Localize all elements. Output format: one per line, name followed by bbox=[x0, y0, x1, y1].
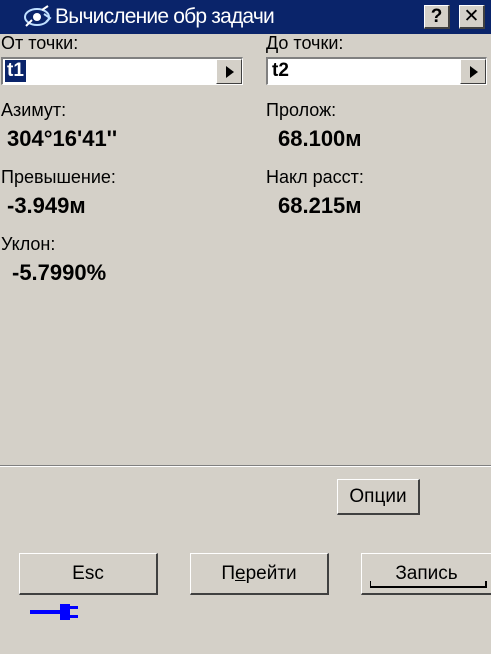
goto-label-prefix: П bbox=[221, 563, 235, 584]
title-bar: Вычисление обр задачи ? ✕ bbox=[0, 0, 491, 34]
horizontal-distance-label: Пролож: bbox=[266, 100, 337, 120]
grade-label: Уклон: bbox=[1, 234, 56, 254]
record-button[interactable]: Запись bbox=[361, 553, 491, 595]
content-separator-highlight bbox=[0, 466, 491, 467]
azimuth-value: 304°16'41'' bbox=[7, 126, 118, 151]
window-title: Вычисление обр задачи bbox=[55, 5, 275, 28]
goto-button[interactable]: Перейти bbox=[190, 553, 329, 595]
from-point-combo[interactable]: t1 bbox=[1, 57, 243, 85]
from-point-dropdown-arrow-icon[interactable] bbox=[216, 59, 242, 84]
satellite-app-icon bbox=[24, 5, 52, 27]
slope-distance-value: 68.215м bbox=[278, 193, 362, 218]
options-button[interactable]: Опции bbox=[337, 479, 420, 515]
from-point-label: От точки: bbox=[1, 33, 79, 53]
goto-label-suffix: рейти bbox=[245, 563, 297, 584]
slope-distance-label: Накл расст: bbox=[266, 167, 364, 187]
height-difference-value: -3.949м bbox=[7, 193, 86, 218]
height-difference-label: Превышение: bbox=[1, 167, 116, 187]
help-button[interactable]: ? bbox=[424, 5, 450, 29]
to-point-dropdown-arrow-icon[interactable] bbox=[460, 59, 486, 84]
power-plug-icon bbox=[30, 604, 78, 620]
from-point-value[interactable]: t1 bbox=[5, 60, 26, 82]
azimuth-label: Азимут: bbox=[1, 100, 67, 120]
horizontal-distance-value: 68.100м bbox=[278, 126, 362, 151]
to-point-combo[interactable]: t2 bbox=[266, 57, 487, 85]
grade-value: -5.7990% bbox=[12, 260, 107, 285]
esc-button[interactable]: Esc bbox=[19, 553, 158, 595]
goto-label-mnemonic: е bbox=[235, 563, 246, 584]
to-point-value[interactable]: t2 bbox=[270, 60, 291, 82]
close-button[interactable]: ✕ bbox=[459, 5, 485, 29]
to-point-label: До точки: bbox=[266, 33, 344, 53]
record-default-marker bbox=[370, 581, 487, 588]
